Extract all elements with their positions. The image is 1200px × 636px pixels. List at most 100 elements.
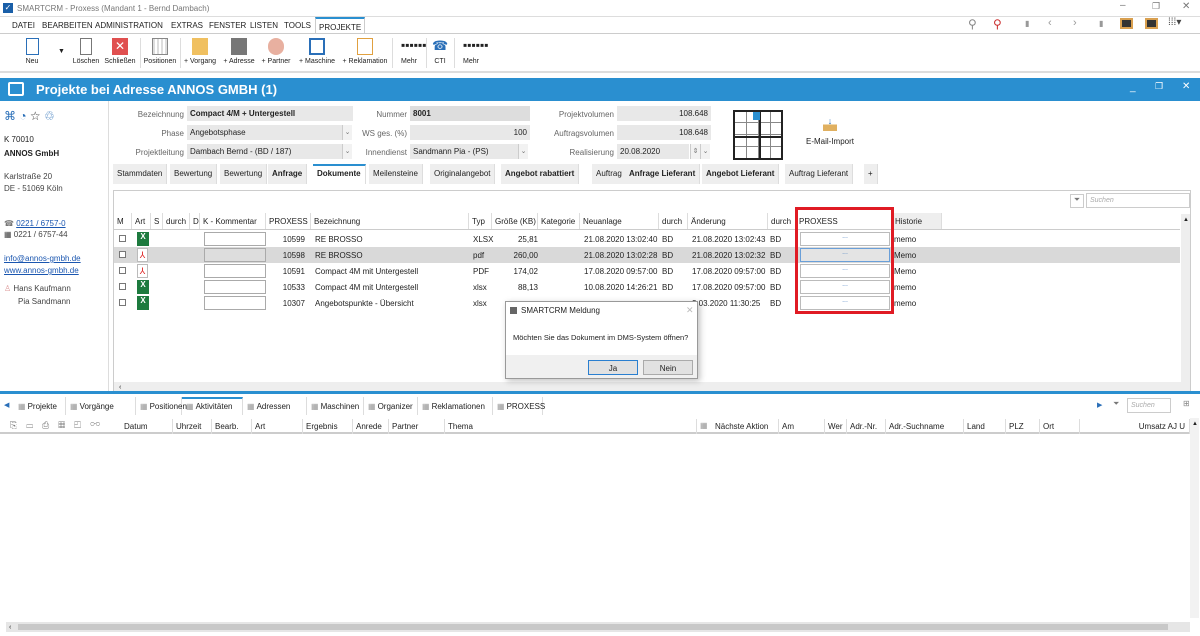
portfolio-matrix[interactable] (733, 110, 783, 160)
bottom-column-header-0[interactable]: Datum (121, 419, 173, 434)
new-button[interactable]: Neu (20, 38, 44, 65)
bottom-column-header-10[interactable]: Wer (825, 419, 847, 434)
bottom-tab-projekte[interactable]: ▦ Projekte (14, 397, 66, 415)
menu-bearbeiten[interactable]: BEARBEITEN (42, 21, 93, 30)
filter-icon[interactable]: ⏷ (1070, 194, 1084, 208)
vertical-scrollbar[interactable]: ▲ (1181, 214, 1190, 382)
bezeichnung-field[interactable]: Compact 4/M + Untergestell (187, 106, 353, 121)
auftragsvolumen-field[interactable]: 108.648 (617, 125, 711, 140)
menu-fenster[interactable]: FENSTER (209, 21, 246, 30)
column-header-10[interactable]: Kategorie (538, 213, 580, 229)
comment-input[interactable] (204, 296, 266, 310)
tab-13[interactable]: + (864, 164, 878, 184)
contact-person-1[interactable]: ♙ Hans Kaufmann (4, 284, 71, 293)
search-clear-icon[interactable]: ⚲ (993, 17, 1002, 31)
checkbox[interactable] (119, 235, 126, 242)
column-header-7[interactable]: Bezeichnung (311, 213, 469, 229)
column-header-5[interactable]: K - Kommentar (200, 213, 266, 229)
phone-link[interactable]: ☎ 0221 / 6757-0 (4, 219, 66, 228)
tab-12[interactable]: Auftrag Lieferant (785, 164, 854, 184)
checkbox[interactable] (119, 283, 126, 290)
phase-select[interactable]: Angebotsphase (187, 125, 342, 140)
email-link[interactable]: info@annos-gmbh.de (4, 254, 81, 263)
menu-datei[interactable]: DATEI (12, 21, 35, 30)
chevron-down-icon[interactable]: ⌄ (518, 144, 528, 159)
bottom-column-header-3[interactable]: Art (252, 419, 303, 434)
bottom-column-header-11[interactable]: Adr.-Nr. (847, 419, 886, 434)
checkbox[interactable] (119, 251, 126, 258)
bottom-tab-maschinen[interactable]: ▦ Maschinen (307, 397, 364, 415)
column-header-13[interactable]: Änderung (688, 213, 768, 229)
tab-1[interactable]: Stammdaten (113, 164, 168, 184)
tab-5[interactable]: Dokumente (313, 164, 366, 184)
tab-9[interactable]: Auftrag (592, 164, 627, 184)
bottom-search-input[interactable]: Suchen (1127, 398, 1171, 413)
menu-projekte[interactable]: PROJEKTE (315, 17, 366, 34)
tabs-scroll-right-icon[interactable]: ▶ (1097, 401, 1102, 409)
menu-administration[interactable]: ADMINISTRATION (95, 21, 163, 30)
next-icon[interactable]: › (1073, 17, 1077, 29)
bottom-vertical-scrollbar[interactable]: ▲ (1190, 418, 1199, 618)
tabs-scroll-left-icon[interactable]: ◀ (4, 401, 9, 409)
tab-11[interactable]: Angebot Lieferant (702, 164, 780, 184)
panel-close-button[interactable]: ✕ (1182, 81, 1190, 92)
cti-button[interactable]: ☎ CTI (430, 38, 450, 65)
checkbox[interactable] (119, 299, 126, 306)
bottom-tab-positionen[interactable]: ▦ Positionen (136, 397, 187, 415)
projektleitung-select[interactable]: Dambach Bernd - (BD / 187) (187, 144, 342, 159)
comment-input[interactable] (204, 264, 266, 278)
search-icon[interactable]: ⚲ (968, 17, 977, 31)
chevron-down-icon[interactable]: ⌄ (342, 144, 352, 159)
tab-8[interactable]: Angebot rabattiert (501, 164, 580, 184)
delete-button[interactable]: Löschen (70, 38, 102, 65)
positions-button[interactable]: Positionen (141, 38, 179, 65)
ws-field[interactable]: 100 (410, 125, 530, 140)
column-header-6[interactable]: PROXESS (266, 213, 311, 229)
innendienst-select[interactable]: Sandmann Pia - (PS) (410, 144, 518, 159)
add-complaint-button[interactable]: + Reklamation (340, 38, 390, 65)
add-address-button[interactable]: + Adresse (221, 38, 257, 65)
tab-7[interactable]: Originalangebot (430, 164, 496, 184)
bottom-tab-adressen[interactable]: ▦ Adressen (243, 397, 307, 415)
add-machine-button[interactable]: + Maschine (296, 38, 338, 65)
bottom-tab-reklamationen[interactable]: ▦ Reklamationen (418, 397, 493, 415)
first-record-icon[interactable]: ▮ (1025, 19, 1029, 28)
bottom-column-header-2[interactable]: Bearb. (212, 419, 252, 434)
bottom-column-header-14[interactable]: PLZ (1006, 419, 1040, 434)
new-dropdown-icon[interactable]: ▼ (58, 48, 65, 55)
more-button-1[interactable]: ▪▪▪▪▪▪ Mehr (394, 38, 427, 65)
previous-icon[interactable]: ‹ (1048, 17, 1052, 29)
minimize-button[interactable]: – (1120, 0, 1126, 11)
column-header-16[interactable]: Historie (892, 213, 942, 229)
grid-search-input[interactable]: Suchen (1086, 193, 1190, 208)
date-spinner[interactable]: ⇕ (690, 144, 700, 159)
column-header-1[interactable]: Art (132, 213, 151, 229)
column-header-2[interactable]: S (151, 213, 163, 229)
table-row[interactable]: X 10533 Compact 4M mit Untergestell xlsx 88,… (114, 279, 1180, 295)
column-header-8[interactable]: Typ (469, 213, 492, 229)
column-header-11[interactable]: Neuanlage (580, 213, 659, 229)
splitter[interactable] (0, 391, 1200, 394)
close-button[interactable]: ✕ (1182, 1, 1190, 12)
dialog-close-button[interactable]: ✕ (686, 305, 694, 316)
checkbox[interactable] (119, 267, 126, 274)
tab-2[interactable]: Bewertung (170, 164, 218, 184)
email-import-button[interactable]: ↓ E-Mail-Import (800, 117, 860, 147)
realisierung-date[interactable]: 20.08.2020 (617, 144, 689, 159)
contact-person-2[interactable]: Pia Sandmann (18, 297, 70, 306)
table-row[interactable]: ⅄ 10598 RE BROSSO pdf 260,00 21.08.2020 13:02… (114, 247, 1180, 263)
bottom-column-header-8[interactable]: Nächste Aktion (712, 419, 779, 434)
bottom-column-header-12[interactable]: Adr.-Suchname (886, 419, 964, 434)
comment-input[interactable] (204, 280, 266, 294)
column-header-14[interactable]: durch (768, 213, 796, 229)
bottom-tab-organizer[interactable]: ▦ Organizer (364, 397, 418, 415)
bottom-column-header-13[interactable]: Land (964, 419, 1006, 434)
screen-sync-icon[interactable] (1145, 18, 1158, 29)
column-header-0[interactable]: M (114, 213, 132, 229)
bottom-column-header-6[interactable]: Partner (389, 419, 445, 434)
table-row[interactable]: X 10599 RE BROSSO XLSX 25,81 21.08.2020 13:02… (114, 231, 1180, 247)
bottom-column-header-9[interactable]: Am (779, 419, 825, 434)
apps-grid-icon[interactable]: ⁞⁞⁞▾ (1168, 17, 1181, 28)
projektvolumen-field[interactable]: 108.648 (617, 106, 711, 121)
column-header-4[interactable]: D (190, 213, 200, 229)
